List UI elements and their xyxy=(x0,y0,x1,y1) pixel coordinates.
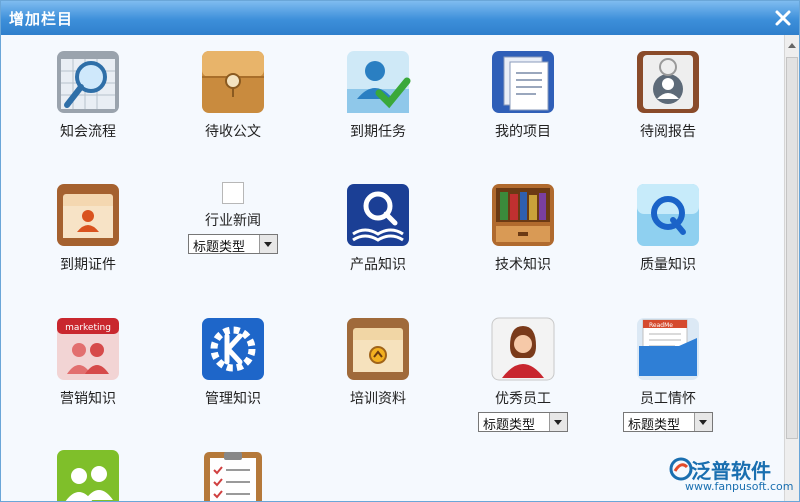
item-daoqi-zhengjian[interactable]: 到期证件 xyxy=(28,182,148,274)
item-hangye-xinwen[interactable]: 行业新闻 标题类型 xyxy=(173,182,293,255)
user-check-icon xyxy=(347,51,411,113)
item-label: 营销知识 xyxy=(60,391,116,407)
brand-logo-icon xyxy=(669,457,693,481)
add-column-dialog: 增加栏目 知会流程 待收公文 到期任务 我的项目 待阅报告 到期证件 行业新闻 … xyxy=(0,0,800,502)
envelope-icon xyxy=(202,51,264,113)
close-icon[interactable] xyxy=(773,8,793,28)
select-value: 标题类型 xyxy=(193,240,246,255)
title-type-select[interactable]: 标题类型 xyxy=(478,412,568,433)
clipboard-checklist-icon xyxy=(204,452,262,501)
item-label: 管理知识 xyxy=(205,391,261,407)
title-type-select[interactable]: 标题类型 xyxy=(623,412,713,433)
dialog-titlebar: 增加栏目 xyxy=(1,1,799,35)
brand-url: www.fanpusoft.com xyxy=(685,480,794,493)
chevron-down-icon[interactable] xyxy=(694,413,712,431)
report-user-icon xyxy=(637,51,699,113)
item-label: 质量知识 xyxy=(640,257,696,273)
folder-readme-icon: ReadMe xyxy=(637,318,699,380)
item-daiyue-baogao[interactable]: 待阅报告 xyxy=(608,49,728,141)
title-type-select[interactable]: 标题类型 xyxy=(188,234,278,255)
chevron-down-icon[interactable] xyxy=(549,413,567,431)
item-daoqi-renwu[interactable]: 到期任务 xyxy=(318,49,438,141)
item-group-users[interactable] xyxy=(28,448,148,501)
column-grid: 知会流程 待收公文 到期任务 我的项目 待阅报告 到期证件 行业新闻 标题类型 … xyxy=(1,35,783,501)
item-wode-xiangmu[interactable]: 我的项目 xyxy=(463,49,583,141)
item-label: 行业新闻 xyxy=(205,213,261,229)
scroll-thumb[interactable] xyxy=(786,57,798,439)
item-daishou-gongwen[interactable]: 待收公文 xyxy=(173,49,293,141)
item-label: 知会流程 xyxy=(60,124,116,140)
item-label: 待阅报告 xyxy=(640,124,696,140)
item-yuangong-qinghuai[interactable]: ReadMe 员工情怀 标题类型 xyxy=(608,316,728,433)
group-users-icon xyxy=(57,450,119,501)
select-value: 标题类型 xyxy=(483,418,536,433)
search-calendar-icon xyxy=(57,51,119,113)
scroll-up-icon[interactable] xyxy=(788,43,796,48)
item-label: 优秀员工 xyxy=(495,391,551,407)
item-label: 技术知识 xyxy=(495,257,551,273)
item-label: 产品知识 xyxy=(350,257,406,273)
bookshelf-icon xyxy=(492,184,554,246)
item-zhiliang-zhishi[interactable]: 质量知识 xyxy=(608,182,728,274)
q-logo-icon xyxy=(637,184,699,246)
item-guanli-zhishi[interactable]: 管理知识 xyxy=(173,316,293,408)
item-label: 待收公文 xyxy=(205,124,261,140)
kde-gear-icon xyxy=(202,318,264,380)
item-jishu-zhishi[interactable]: 技术知识 xyxy=(463,182,583,274)
item-youxiu-yuangong[interactable]: 优秀员工 标题类型 xyxy=(463,316,583,433)
folder-user-icon xyxy=(57,184,119,246)
item-label: 员工情怀 xyxy=(640,391,696,407)
dialog-title: 增加栏目 xyxy=(9,10,74,28)
item-label: 到期证件 xyxy=(60,257,116,273)
folder-emblem-icon xyxy=(347,318,409,380)
item-chanpin-zhishi[interactable]: 产品知识 xyxy=(318,182,438,274)
item-label: 培训资料 xyxy=(350,391,406,407)
watermark: 泛普软件 www.fanpusoft.com xyxy=(669,455,795,495)
item-label: 到期任务 xyxy=(350,124,406,140)
select-value: 标题类型 xyxy=(628,418,681,433)
item-peixun-ziliao[interactable]: 培训资料 xyxy=(318,316,438,408)
female-user-icon xyxy=(491,317,555,381)
marketing-users-icon: marketing xyxy=(57,318,119,380)
readme-label: ReadMe xyxy=(649,322,673,329)
item-label: 我的项目 xyxy=(495,124,551,140)
item-zhihui-liucheng[interactable]: 知会流程 xyxy=(28,49,148,141)
marketing-badge: marketing xyxy=(65,323,111,333)
documents-icon xyxy=(492,51,554,113)
book-search-icon xyxy=(347,184,409,246)
item-clipboard[interactable] xyxy=(173,448,293,501)
chevron-down-icon[interactable] xyxy=(259,235,277,253)
vertical-scrollbar[interactable] xyxy=(784,35,799,501)
item-yingxiao-zhishi[interactable]: marketing 营销知识 xyxy=(28,316,148,408)
broken-image-icon xyxy=(222,182,244,204)
